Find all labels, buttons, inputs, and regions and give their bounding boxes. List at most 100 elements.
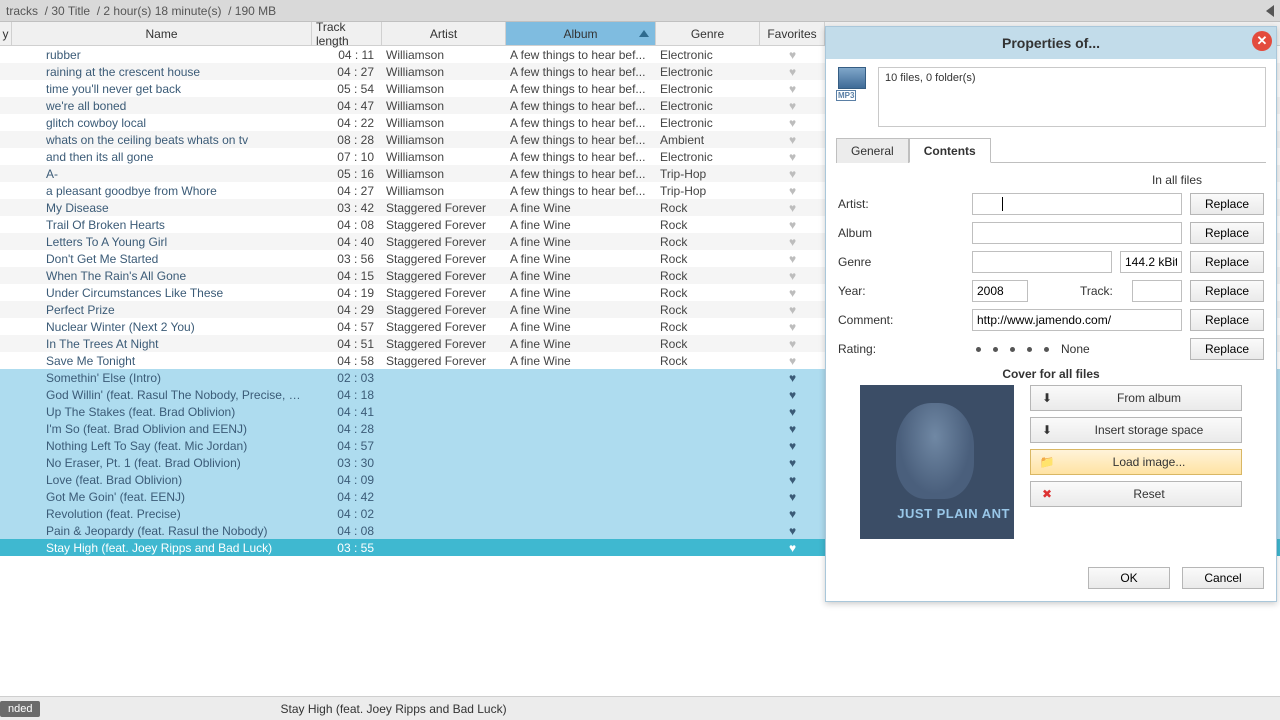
cover-image[interactable]: JUST PLAIN ANT — [860, 385, 1014, 539]
track-length: 04 : 15 — [312, 269, 382, 283]
year-label: Year: — [838, 284, 964, 298]
col-album-label: Album — [563, 27, 597, 41]
heart-icon[interactable]: ♥ — [760, 116, 825, 130]
crumb-tracks[interactable]: tracks — [6, 4, 38, 18]
heart-icon[interactable]: ♥ — [760, 507, 825, 521]
replace-artist-button[interactable]: Replace — [1190, 193, 1264, 215]
heart-icon[interactable]: ♥ — [760, 235, 825, 249]
replace-album-button[interactable]: Replace — [1190, 222, 1264, 244]
track-album: A few things to hear bef... — [506, 48, 656, 62]
collapse-icon[interactable] — [1266, 5, 1274, 17]
heart-icon[interactable]: ♥ — [760, 133, 825, 147]
artist-input[interactable] — [972, 193, 1182, 215]
heart-icon[interactable]: ♥ — [760, 48, 825, 62]
col-artist[interactable]: Artist — [382, 22, 506, 45]
heart-icon[interactable]: ♥ — [760, 150, 825, 164]
heart-icon[interactable]: ♥ — [760, 65, 825, 79]
load-image-button[interactable]: 📁 Load image... — [1030, 449, 1242, 475]
track-length: 02 : 03 — [312, 371, 382, 385]
reset-cover-button[interactable]: ✖ Reset — [1030, 481, 1242, 507]
track-length: 04 : 09 — [312, 473, 382, 487]
track-album: A few things to hear bef... — [506, 184, 656, 198]
replace-comment-button[interactable]: Replace — [1190, 309, 1264, 331]
replace-year-button[interactable]: Replace — [1190, 280, 1264, 302]
track-name: Somethin' Else (Intro) — [12, 371, 312, 385]
track-genre: Electronic — [656, 150, 760, 164]
comment-label: Comment: — [838, 313, 964, 327]
insert-storage-button[interactable]: ⬇ Insert storage space — [1030, 417, 1242, 443]
status-bar: nded Stay High (feat. Joey Ripps and Bad… — [0, 696, 1280, 720]
track-name: When The Rain's All Gone — [12, 269, 312, 283]
rating-stars[interactable]: None — [972, 342, 1182, 356]
heart-icon[interactable]: ♥ — [760, 201, 825, 215]
track-artist: Staggered Forever — [382, 235, 506, 249]
track-length: 03 : 56 — [312, 252, 382, 266]
heart-icon[interactable]: ♥ — [760, 303, 825, 317]
comment-input[interactable] — [972, 309, 1182, 331]
track-length: 04 : 18 — [312, 388, 382, 402]
heart-icon[interactable]: ♥ — [760, 473, 825, 487]
track-name: God Willin' (feat. Rasul The Nobody, Pre… — [12, 388, 312, 402]
heart-icon[interactable]: ♥ — [760, 286, 825, 300]
col-album[interactable]: Album — [506, 22, 656, 45]
close-icon[interactable]: ✕ — [1252, 31, 1272, 51]
heart-icon[interactable]: ♥ — [760, 320, 825, 334]
track-input[interactable] — [1132, 280, 1182, 302]
heart-icon[interactable]: ♥ — [760, 354, 825, 368]
track-length: 05 : 16 — [312, 167, 382, 181]
col-tracklength[interactable]: Track length — [312, 22, 382, 45]
heart-icon[interactable]: ♥ — [760, 371, 825, 385]
replace-genre-button[interactable]: Replace — [1190, 251, 1264, 273]
heart-icon[interactable]: ♥ — [760, 541, 825, 555]
album-input[interactable] — [972, 222, 1182, 244]
track-album: A fine Wine — [506, 218, 656, 232]
heart-icon[interactable]: ♥ — [760, 269, 825, 283]
from-album-button[interactable]: ⬇ From album — [1030, 385, 1242, 411]
track-album: A fine Wine — [506, 303, 656, 317]
track-length: 03 : 30 — [312, 456, 382, 470]
col-name[interactable]: Name — [12, 22, 312, 45]
track-album: A fine Wine — [506, 235, 656, 249]
track-name: In The Trees At Night — [12, 337, 312, 351]
cancel-button[interactable]: Cancel — [1182, 567, 1264, 589]
track-album: A few things to hear bef... — [506, 167, 656, 181]
heart-icon[interactable]: ♥ — [760, 439, 825, 453]
replace-rating-button[interactable]: Replace — [1190, 338, 1264, 360]
heart-icon[interactable]: ♥ — [760, 405, 825, 419]
track-name: Under Circumstances Like These — [12, 286, 312, 300]
heart-icon[interactable]: ♥ — [760, 99, 825, 113]
heart-icon[interactable]: ♥ — [760, 456, 825, 470]
heart-icon[interactable]: ♥ — [760, 167, 825, 181]
tab-general[interactable]: General — [836, 138, 909, 163]
heart-icon[interactable]: ♥ — [760, 82, 825, 96]
status-button[interactable]: nded — [0, 701, 40, 717]
heart-icon[interactable]: ♥ — [760, 490, 825, 504]
col-stub[interactable]: y — [0, 22, 12, 45]
track-length: 04 : 27 — [312, 65, 382, 79]
genre-select[interactable] — [972, 251, 1112, 273]
track-artist: Williamson — [382, 82, 506, 96]
track-genre: Rock — [656, 303, 760, 317]
heart-icon[interactable]: ♥ — [760, 524, 825, 538]
track-genre: Rock — [656, 320, 760, 334]
track-artist: Williamson — [382, 167, 506, 181]
track-name: I'm So (feat. Brad Oblivion and EENJ) — [12, 422, 312, 436]
track-length: 04 : 28 — [312, 422, 382, 436]
track-album: A fine Wine — [506, 320, 656, 334]
heart-icon[interactable]: ♥ — [760, 422, 825, 436]
track-name: glitch cowboy local — [12, 116, 312, 130]
track-album: A few things to hear bef... — [506, 133, 656, 147]
col-genre[interactable]: Genre — [656, 22, 760, 45]
year-input[interactable] — [972, 280, 1028, 302]
heart-icon[interactable]: ♥ — [760, 184, 825, 198]
tab-contents[interactable]: Contents — [909, 138, 991, 163]
heart-icon[interactable]: ♥ — [760, 218, 825, 232]
ok-button[interactable]: OK — [1088, 567, 1170, 589]
heart-icon[interactable]: ♥ — [760, 252, 825, 266]
album-label: Album — [838, 226, 964, 240]
track-artist: Staggered Forever — [382, 218, 506, 232]
heart-icon[interactable]: ♥ — [760, 337, 825, 351]
heart-icon[interactable]: ♥ — [760, 388, 825, 402]
track-name: time you'll never get back — [12, 82, 312, 96]
col-favorites[interactable]: Favorites — [760, 22, 825, 45]
